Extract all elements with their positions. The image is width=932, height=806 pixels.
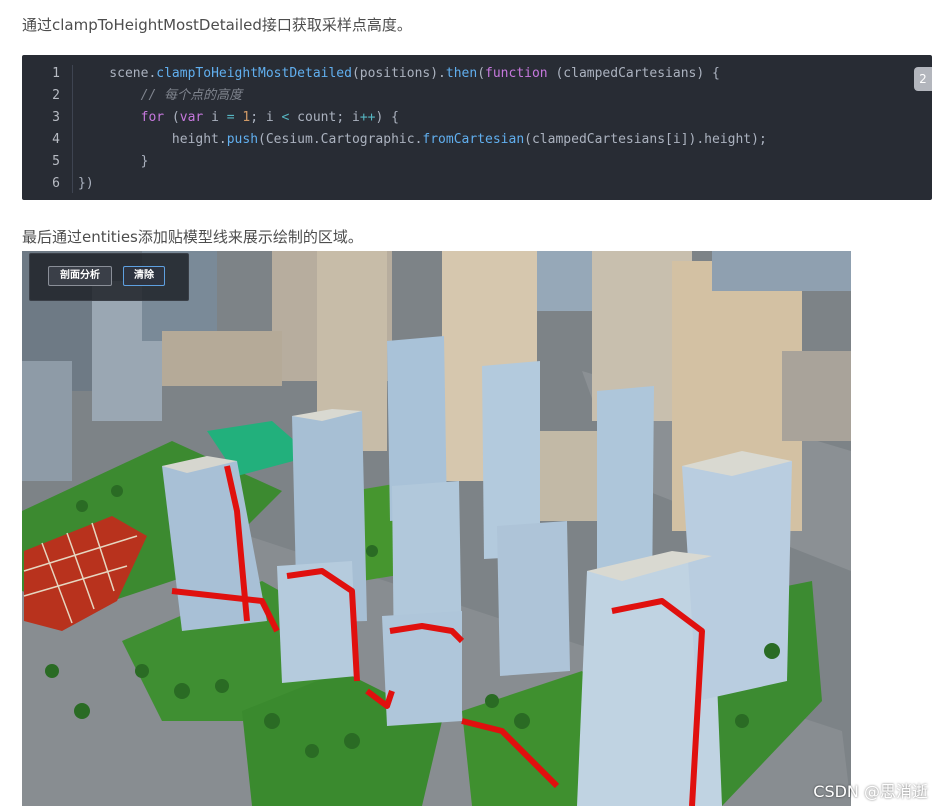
line-number: 1 <box>52 66 60 81</box>
code-line-2: // 每个点的高度 <box>140 88 243 103</box>
line-number: 4 <box>52 132 60 147</box>
line-number: 5 <box>52 154 60 169</box>
clear-button[interactable]: 清除 <box>123 266 165 286</box>
copy-code-button[interactable]: 2 <box>914 67 932 91</box>
city-render <box>22 251 851 806</box>
code-line-5: } <box>78 154 149 169</box>
csdn-watermark: CSDN @思消逝 <box>813 782 928 801</box>
code-lines: scene.clampToHeightMostDetailed(position… <box>78 63 892 195</box>
code-line-6: }) <box>78 176 94 191</box>
line-number: 6 <box>52 176 60 191</box>
intro-paragraph: 通过clampToHeightMostDetailed接口获取采样点高度。 <box>22 16 412 34</box>
line-number: 2 <box>52 88 60 103</box>
line-number-gutter: 1 2 3 4 5 6 <box>22 63 84 195</box>
line-number: 3 <box>52 110 60 125</box>
code-line-3: for (var i = 1; i < count; i++) { <box>140 110 399 125</box>
code-line-1: scene.clampToHeightMostDetailed(position… <box>78 66 720 81</box>
analysis-toolbar: 剖面分析 清除 <box>29 253 189 301</box>
code-block: 1 2 3 4 5 6 scene.clampToHeightMostDetai… <box>22 55 932 200</box>
code-line-4: height.push(Cesium.Cartographic.fromCart… <box>78 132 767 147</box>
cesium-3d-scene[interactable] <box>22 251 851 806</box>
gutter-divider <box>72 65 73 193</box>
profile-analysis-button[interactable]: 剖面分析 <box>48 266 112 286</box>
entities-paragraph: 最后通过entities添加贴模型线来展示绘制的区域。 <box>22 228 363 246</box>
